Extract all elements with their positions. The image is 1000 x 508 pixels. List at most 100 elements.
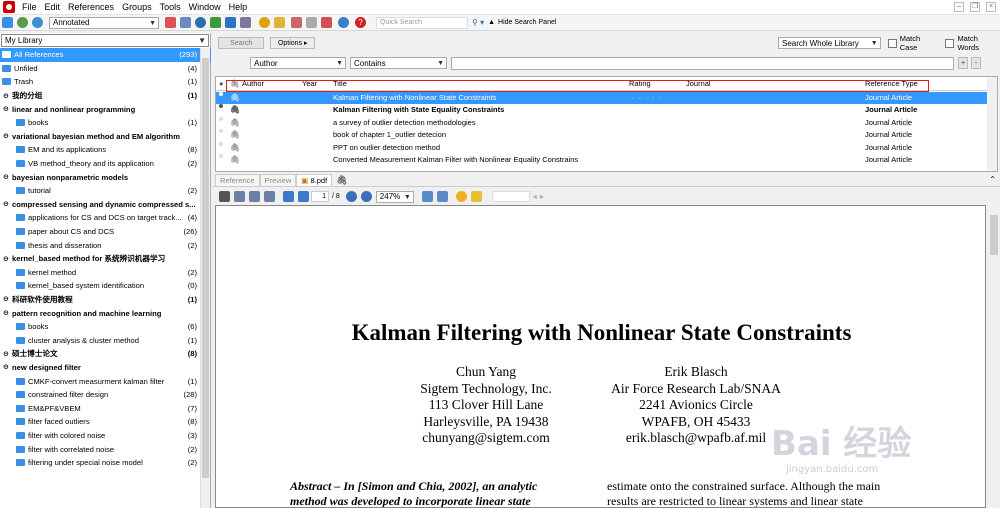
minimize-icon[interactable]: – xyxy=(954,2,964,12)
group-item[interactable]: cluster analysis & cluster method (1) xyxy=(0,333,211,347)
close-icon[interactable]: × xyxy=(986,2,996,12)
library-item[interactable]: Unfiled (4) xyxy=(0,62,211,76)
page-number-input[interactable]: 1 xyxy=(311,191,329,202)
comment-icon[interactable] xyxy=(455,191,467,202)
reference-rating[interactable]: · · · · · xyxy=(632,92,662,104)
reference-row[interactable]: 🖇 book of chapter 1_outlier detecion Journ… xyxy=(216,129,988,141)
help-icon[interactable]: ? xyxy=(355,17,366,28)
collapse-icon[interactable]: ⊖ xyxy=(3,173,10,181)
match-case-checkbox[interactable] xyxy=(887,38,897,48)
search-prev-icon[interactable]: ◂ xyxy=(533,192,537,201)
online-search-icon[interactable] xyxy=(17,17,28,28)
pdf-search-input[interactable] xyxy=(491,191,530,202)
menu-file[interactable]: File xyxy=(18,0,41,15)
menu-groups[interactable]: Groups xyxy=(118,0,156,15)
output-style-select[interactable]: Annotated ▼ xyxy=(49,16,159,29)
group-item[interactable]: filtering under special noise model (2) xyxy=(0,456,211,470)
group-item[interactable]: filter with correlated noise (2) xyxy=(0,442,211,456)
search-button[interactable]: Search xyxy=(218,37,265,49)
search-icon[interactable]: ⚲ ▾ xyxy=(472,18,484,27)
pdf-viewer[interactable]: Kalman Filtering with Nonlinear State Co… xyxy=(215,205,986,508)
format-bibliography-icon[interactable] xyxy=(180,17,191,28)
menu-tools[interactable]: Tools xyxy=(156,0,185,15)
export-icon[interactable] xyxy=(240,17,251,28)
insert-citation-icon[interactable] xyxy=(165,17,176,28)
collapse-icon[interactable]: ⊖ xyxy=(3,200,10,208)
remove-criteria-button[interactable]: - xyxy=(971,57,981,69)
reference-row[interactable]: 🖇 PPT on outlier detection method Journal … xyxy=(216,141,988,154)
zoom-select[interactable]: 247% ▼ xyxy=(375,190,414,203)
group-item[interactable]: tutorial (2) xyxy=(0,184,211,198)
scroll-thumb[interactable] xyxy=(990,215,998,255)
group-set[interactable]: ⊖ 我的分组 (1) xyxy=(0,89,211,103)
restore-icon[interactable]: ❐ xyxy=(970,2,980,12)
group-item[interactable]: books (6) xyxy=(0,320,211,334)
group-item[interactable]: VB method_theory and its application (2) xyxy=(0,157,211,171)
library-selector[interactable]: My Library ▼ xyxy=(1,34,209,47)
reference-scrollbar[interactable] xyxy=(987,77,997,171)
scroll-thumb[interactable] xyxy=(202,58,209,478)
next-page-icon[interactable] xyxy=(298,191,309,202)
operator-select[interactable]: Contains ▼ xyxy=(350,57,447,69)
group-item[interactable]: thesis and disseration (2) xyxy=(0,238,211,252)
group-set[interactable]: ⊖ bayesian nonparametric models xyxy=(0,170,211,184)
quick-search-input[interactable]: Quick Search xyxy=(376,16,468,29)
group-item[interactable]: constrained filter design (28) xyxy=(0,388,211,402)
group-set[interactable]: ⊖ kernel_based method for 系统辨识机器学习 xyxy=(0,252,211,266)
collapse-icon[interactable]: ⌃ xyxy=(989,174,996,186)
add-criteria-button[interactable]: + xyxy=(958,57,968,69)
open-file-icon[interactable] xyxy=(274,17,285,28)
fit-page-icon[interactable] xyxy=(421,191,433,202)
menu-window[interactable]: Window xyxy=(185,0,225,15)
share-icon[interactable] xyxy=(225,17,236,28)
group-item[interactable]: books (1) xyxy=(0,116,211,130)
collapse-icon[interactable]: ⊖ xyxy=(3,309,10,317)
group-set[interactable]: ⊖ new designed filter xyxy=(0,361,211,375)
reference-row[interactable]: 🖇 a survey of outlier detection methodolo… xyxy=(216,116,988,129)
menu-edit[interactable]: Edit xyxy=(41,0,65,15)
print-icon[interactable] xyxy=(249,191,260,202)
find-icon[interactable] xyxy=(195,17,206,28)
library-item[interactable]: Trash (1) xyxy=(0,75,211,89)
tab-preview[interactable]: Preview xyxy=(259,174,297,186)
save-icon[interactable] xyxy=(234,191,245,202)
collapse-icon[interactable]: ⊖ xyxy=(3,105,10,113)
reference-row[interactable]: 🖇 Kalman Filtering with State Equality Co… xyxy=(216,104,988,116)
group-set[interactable]: ⊖ compressed sensing and dynamic compress… xyxy=(0,198,211,212)
group-set[interactable]: ⊖ 硕士博士论文 (8) xyxy=(0,347,211,361)
edit-reference-icon[interactable] xyxy=(306,17,317,28)
group-item[interactable]: filter with colored noise (3) xyxy=(0,429,211,443)
zoom-in-icon[interactable] xyxy=(360,191,372,202)
pdf-scrollbar[interactable] xyxy=(988,205,1000,508)
find-fulltext-icon[interactable] xyxy=(210,17,221,28)
group-item[interactable]: EM&PF&VBEM (7) xyxy=(0,401,211,415)
group-item[interactable]: kernel_based system identification (0) xyxy=(0,279,211,293)
tab-pdf[interactable]: ▣ 8.pdf xyxy=(296,174,333,186)
group-item[interactable]: CMKF-convert measurment kalman filter (1) xyxy=(0,374,211,388)
tab-reference[interactable]: Reference xyxy=(215,174,260,186)
group-item[interactable]: EM and its applications (8) xyxy=(0,143,211,157)
collapse-icon[interactable]: ⊖ xyxy=(3,132,10,140)
group-set[interactable]: ⊖ variational bayesian method and EM algo… xyxy=(0,130,211,144)
search-term-input[interactable] xyxy=(451,56,954,70)
collapse-icon[interactable]: ⊖ xyxy=(3,295,10,303)
search-next-icon[interactable]: ▸ xyxy=(540,192,544,201)
prev-page-icon[interactable] xyxy=(283,191,294,202)
reference-row[interactable]: 🖇 Kalman Filtering with Nonlinear State C… xyxy=(216,92,988,105)
group-item[interactable]: filter faced outliers (8) xyxy=(0,415,211,429)
zoom-out-icon[interactable] xyxy=(345,191,357,202)
collapse-icon[interactable]: ⊖ xyxy=(3,92,10,100)
fit-width-icon[interactable] xyxy=(436,191,448,202)
attachment-icon[interactable]: 🖇 xyxy=(336,174,347,186)
collapse-icon[interactable]: ⊖ xyxy=(3,255,10,263)
open-external-icon[interactable] xyxy=(219,191,230,202)
email-icon[interactable] xyxy=(264,191,275,202)
collapse-icon[interactable]: ⊖ xyxy=(3,350,10,358)
integrated-library-icon[interactable] xyxy=(32,17,43,28)
menu-help[interactable]: Help xyxy=(225,0,252,15)
options-button[interactable]: Options ▸ xyxy=(270,37,315,49)
library-item[interactable]: All References (293) xyxy=(0,48,211,62)
field-select[interactable]: Author ▼ xyxy=(250,57,346,69)
open-link-icon[interactable] xyxy=(259,17,270,28)
group-item[interactable]: applications for CS and DCS on target tr… xyxy=(0,211,211,225)
